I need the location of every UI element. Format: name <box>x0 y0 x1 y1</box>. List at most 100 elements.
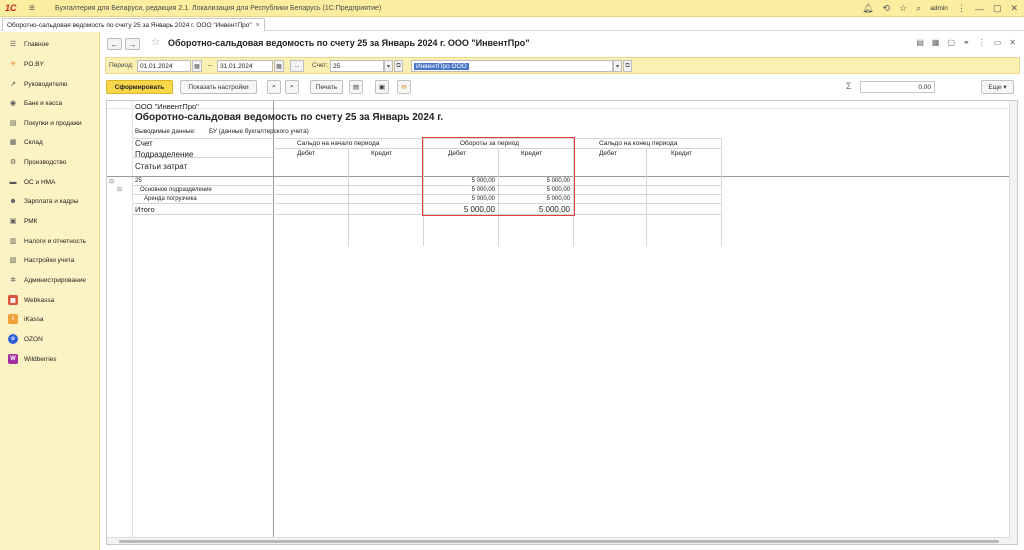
sidebar-item-main[interactable]: ☰ Главное <box>0 36 100 52</box>
horizontal-scrollbar[interactable] <box>107 537 1011 544</box>
table-row-label: Основное подразделение <box>140 187 212 193</box>
restore-icon[interactable]: ▭ <box>994 38 1002 47</box>
wildberries-icon: W <box>8 354 18 364</box>
page-title: Оборотно-сальдовая ведомость по счету 25… <box>168 38 530 48</box>
total-label: Итого <box>135 205 155 214</box>
col-opening: Сальдо на начало периода <box>297 140 380 147</box>
find-next-icon[interactable]: ⌕ <box>285 80 299 94</box>
organization-open-icon[interactable]: ⧉ <box>623 60 632 72</box>
save-button-icon[interactable]: ▣ <box>375 80 389 94</box>
tab-close-icon[interactable]: × <box>256 22 260 29</box>
main-area: ← → ☆ Оборотно-сальдовая ведомость по сч… <box>101 32 1024 550</box>
col-division: Подразделение <box>135 150 194 159</box>
subgroup-collapse-icon[interactable]: ⊟ <box>117 186 122 193</box>
date-from-field[interactable]: 01.01.2024 <box>137 60 191 72</box>
period-dash: – <box>208 62 212 69</box>
period-select-button[interactable]: ... <box>290 60 304 72</box>
report-org: ООО "ИнвентПро" <box>135 102 199 111</box>
sidebar-item-production[interactable]: ⚙ Производство <box>0 154 100 170</box>
sidebar-item-manager[interactable]: ↗ Руководителю <box>0 76 100 92</box>
sidebar-item-ikassa[interactable]: i iKassa <box>0 311 100 327</box>
assets-icon: ▬ <box>9 178 17 186</box>
print-icon[interactable]: ▦ <box>932 38 940 47</box>
find-icon[interactable]: ⌕ <box>267 80 281 94</box>
show-settings-button[interactable]: Показать настройки <box>180 80 257 94</box>
sidebar-item-bank[interactable]: ◉ Банк и касса <box>0 95 100 111</box>
organization-dropdown-icon[interactable]: ▾ <box>613 60 622 72</box>
horizontal-scroll-thumb[interactable] <box>119 540 999 543</box>
save-icon[interactable]: ▤ <box>916 38 924 47</box>
sidebar-item-accounting-settings[interactable]: ▧ Настройки учета <box>0 252 100 268</box>
sidebar-item-ozon[interactable]: o OZON <box>0 331 100 347</box>
sidebar-item-label: PO.BY <box>24 60 44 68</box>
vertical-scrollbar[interactable] <box>1009 101 1017 544</box>
taxes-icon: ▥ <box>9 238 17 245</box>
notifications-icon[interactable]: 🔔︎ <box>862 3 873 14</box>
preview-icon[interactable]: ▢ <box>947 38 955 47</box>
sidebar-item-assets[interactable]: ▬ ОС и НМА <box>0 174 100 190</box>
main-menu-icon[interactable]: ≡ <box>29 3 43 14</box>
data-value: БУ (данные бухгалтерского учета) <box>209 128 309 135</box>
col-opening-debit: Дебет <box>297 150 315 157</box>
toolbar: Сформировать Показать настройки ⌕ ⌕ Печа… <box>105 80 1020 95</box>
tab-report[interactable]: Оборотно-сальдовая ведомость по счету 25… <box>2 18 265 31</box>
sidebar-item-rmk[interactable]: ▣ РМК <box>0 213 100 229</box>
forward-button[interactable]: → <box>125 38 140 50</box>
close-form-icon[interactable]: ✕ <box>1009 38 1016 47</box>
warehouse-icon: ▦ <box>9 139 17 146</box>
sidebar-item-label: Налоги и отчетность <box>24 237 87 245</box>
sidebar-item-label: Главное <box>24 40 49 48</box>
minimize-icon[interactable]: — <box>975 4 984 14</box>
user-name[interactable]: admin <box>930 5 948 12</box>
account-open-icon[interactable]: ⧉ <box>394 60 403 72</box>
sidebar-item-warehouse[interactable]: ▦ Склад <box>0 134 100 150</box>
sidebar-item-label: Склад <box>24 138 43 146</box>
menu-icon: ☰ <box>9 41 17 48</box>
sidebar-item-admin[interactable]: ✲ Администрирование <box>0 272 100 288</box>
title-bar: 1С ≡ Бухгалтерия для Беларуси, редакция … <box>0 0 1024 17</box>
history-icon[interactable]: ⟲ <box>883 3 891 14</box>
ozon-icon: o <box>8 334 18 344</box>
sidebar-item-label: Webkassa <box>24 296 55 304</box>
maximize-icon[interactable]: ▢ <box>993 3 1002 14</box>
date-to-field[interactable]: 31.01.2024 <box>217 60 273 72</box>
favorites-icon[interactable]: ☆ <box>899 3 907 14</box>
group-collapse-icon[interactable]: ⊟ <box>109 178 114 185</box>
organization-field[interactable]: ИнвентПро ООО <box>411 60 613 72</box>
favorite-star-icon[interactable]: ☆ <box>151 37 160 48</box>
sidebar-item-label: Производство <box>24 158 67 166</box>
sidebar-item-webkassa[interactable]: ▦ Webkassa <box>0 292 100 308</box>
sum-field: 0,00 <box>860 81 935 93</box>
settings-menu-icon[interactable]: ⋮ <box>957 3 966 14</box>
close-icon[interactable]: ✕ <box>1010 3 1018 14</box>
sidebar-item-salary[interactable]: ☻ Зарплата и кадры <box>0 193 100 209</box>
sidebar-item-label: ОС и НМА <box>24 178 56 186</box>
sidebar-item-label: Wildberries <box>24 355 57 363</box>
generate-button[interactable]: Сформировать <box>106 80 173 94</box>
account-field[interactable]: 25 <box>330 60 384 72</box>
col-costs: Статьи затрат <box>135 162 188 171</box>
webkassa-icon: ▦ <box>8 295 18 305</box>
calendar-to-icon[interactable]: ▦ <box>274 60 284 72</box>
tab-bar: Оборотно-сальдовая ведомость по счету 25… <box>0 17 1024 31</box>
tab-label: Оборотно-сальдовая ведомость по счету 25… <box>7 21 252 29</box>
sidebar-item-label: РМК <box>24 217 38 225</box>
sidebar-item-taxes[interactable]: ▥ Налоги и отчетность <box>0 233 100 249</box>
print-button[interactable]: Печать <box>310 80 343 94</box>
preview-button-icon[interactable]: ▤ <box>349 80 363 94</box>
link-icon[interactable]: ⚭ <box>963 38 970 47</box>
sidebar-item-sales[interactable]: ▤ Покупки и продажи <box>0 115 100 131</box>
sum-icon: Σ <box>846 81 852 91</box>
calendar-from-icon[interactable]: ▦ <box>192 60 202 72</box>
more-icon[interactable]: ⋮ <box>978 38 986 47</box>
people-icon: ☻ <box>9 197 17 205</box>
more-label: Еще <box>988 83 1002 91</box>
more-button[interactable]: Еще ▾ <box>981 80 1014 94</box>
mail-icon[interactable]: ✉ <box>397 80 411 94</box>
report-sheet[interactable]: ООО "ИнвентПро" Оборотно-сальдовая ведом… <box>106 100 1018 545</box>
search-icon[interactable]: ⌕ <box>916 3 921 14</box>
back-button[interactable]: ← <box>107 38 122 50</box>
sidebar-item-poby[interactable]: ✳ PO.BY <box>0 56 100 72</box>
account-dropdown-icon[interactable]: ▾ <box>384 60 393 72</box>
sidebar-item-wildberries[interactable]: W Wildberries <box>0 351 100 367</box>
